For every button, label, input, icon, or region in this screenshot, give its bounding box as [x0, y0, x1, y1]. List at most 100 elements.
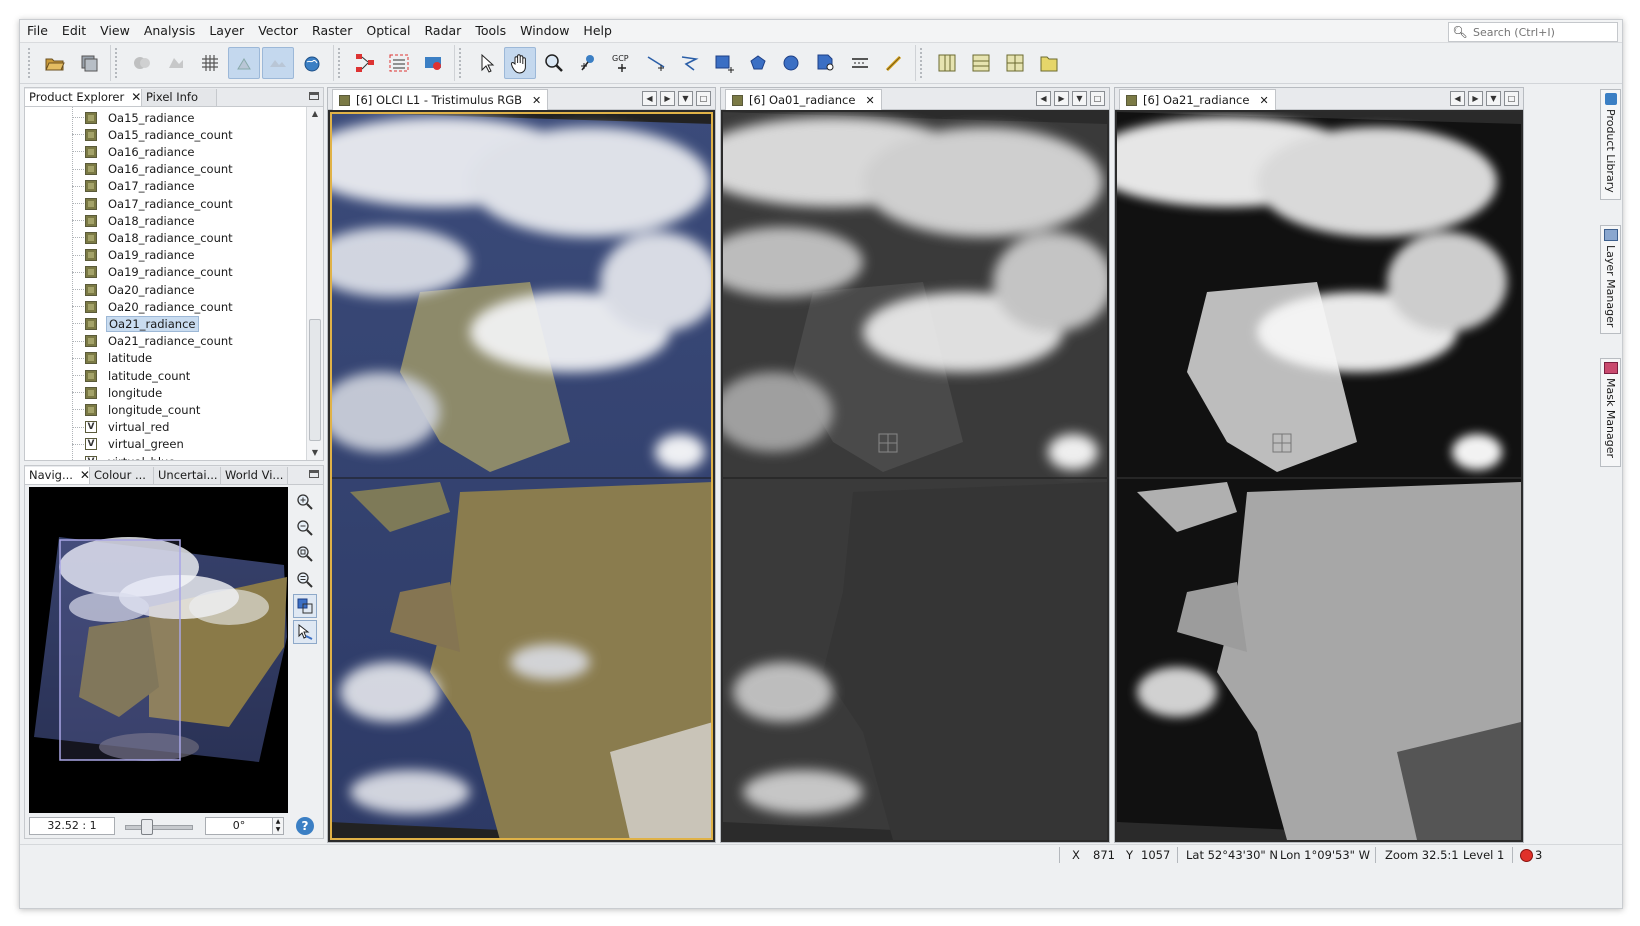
close-icon[interactable]: ✕ — [1259, 94, 1268, 107]
navigation-overview-canvas[interactable] — [29, 487, 288, 813]
zoom-default-icon[interactable] — [293, 542, 317, 566]
tree-node-band[interactable]: Oa19_radiance_count — [85, 264, 235, 281]
image-view-rgb[interactable]: [6] OLCI L1 - Tristimulus RGB ✕ ◀ ▶ ▼ □ — [327, 87, 716, 843]
graticule-icon[interactable] — [194, 47, 226, 79]
open-product-icon[interactable] — [39, 47, 71, 79]
menu-analysis[interactable]: Analysis — [137, 20, 203, 42]
range-finder-icon[interactable] — [844, 47, 876, 79]
tree-node-band[interactable]: Oa16_radiance_count — [85, 161, 235, 178]
dropdown-icon[interactable]: ▼ — [1486, 91, 1501, 106]
sync-cursor-icon[interactable] — [293, 620, 317, 644]
line-drawing-icon[interactable] — [640, 47, 672, 79]
zoom-slider[interactable] — [125, 818, 193, 835]
scroll-right-icon[interactable]: ▶ — [1054, 91, 1069, 106]
slider-thumb[interactable] — [141, 819, 153, 835]
scroll-right-icon[interactable]: ▶ — [1468, 91, 1483, 106]
close-icon[interactable]: ✕ — [131, 89, 141, 106]
pin-icon[interactable] — [228, 47, 260, 79]
rotation-spinner[interactable]: ▲ ▼ — [273, 817, 284, 835]
scroll-left-icon[interactable]: ◀ — [642, 91, 657, 106]
help-icon[interactable]: ? — [296, 817, 314, 835]
rotation-field[interactable]: 0° — [205, 817, 273, 835]
dropdown-icon[interactable]: ▼ — [1072, 91, 1087, 106]
tile-horizontal-icon[interactable] — [931, 47, 963, 79]
tree-scrollbar[interactable]: ▲ ▼ — [306, 107, 323, 460]
world-view-icon[interactable] — [296, 47, 328, 79]
tree-node-band[interactable]: Vvirtual_blue — [85, 453, 177, 460]
tree-node-band[interactable]: Oa21_radiance_count — [85, 333, 235, 350]
magic-wand-icon[interactable] — [810, 47, 842, 79]
menu-layer[interactable]: Layer — [202, 20, 251, 42]
minimize-icon[interactable] — [309, 470, 319, 478]
gcp-placing-icon[interactable]: GCP — [606, 47, 638, 79]
tree-node-band[interactable]: Vvirtual_red — [85, 419, 171, 436]
menu-tools[interactable]: Tools — [468, 20, 513, 42]
tile-grid-icon[interactable] — [999, 47, 1031, 79]
gcp-icon[interactable] — [262, 47, 294, 79]
tree-node-band[interactable]: Oa21_radiance — [85, 315, 199, 332]
tree-node-band[interactable]: longitude — [85, 384, 164, 401]
maximize-icon[interactable]: □ — [1090, 91, 1105, 106]
image-view-oa01[interactable]: [6] Oa01_radiance ✕ ◀ ▶ ▼ □ — [720, 87, 1110, 843]
search-input[interactable] — [1471, 24, 1615, 40]
maximize-icon[interactable]: □ — [1504, 91, 1519, 106]
menu-file[interactable]: File — [20, 20, 55, 42]
tab-pixel-info[interactable]: Pixel Info — [142, 89, 217, 106]
tree-node-band[interactable]: Oa17_radiance_count — [85, 195, 235, 212]
dropdown-icon[interactable]: ▼ — [678, 91, 693, 106]
tree-node-band[interactable]: latitude — [85, 350, 154, 367]
tree-node-band[interactable]: Oa17_radiance — [85, 178, 197, 195]
save-product-icon[interactable] — [73, 47, 105, 79]
view-tab-oa01[interactable]: [6] Oa01_radiance ✕ — [725, 89, 882, 110]
error-count[interactable]: 3 — [1535, 848, 1542, 862]
close-icon[interactable]: ✕ — [80, 467, 89, 484]
image-view-oa21[interactable]: [6] Oa21_radiance ✕ ◀ ▶ ▼ □ — [1114, 87, 1524, 843]
pin-placing-icon[interactable] — [572, 47, 604, 79]
tree-node-band[interactable]: Oa16_radiance — [85, 143, 197, 160]
batch-icon[interactable] — [383, 47, 415, 79]
image-canvas-oa21[interactable] — [1117, 112, 1521, 840]
tab-product-explorer[interactable]: Product Explorer ✕ — [25, 89, 142, 106]
sync-views-icon[interactable] — [293, 594, 317, 618]
graph-builder-icon[interactable] — [349, 47, 381, 79]
tree-node-band[interactable]: Oa20_radiance_count — [85, 298, 235, 315]
menu-optical[interactable]: Optical — [359, 20, 417, 42]
ellipse-drawing-icon[interactable] — [776, 47, 808, 79]
tile-single-icon[interactable] — [1033, 47, 1065, 79]
menu-raster[interactable]: Raster — [305, 20, 359, 42]
polygon-drawing-icon[interactable] — [742, 47, 774, 79]
tab-uncertainty[interactable]: Uncertai... — [154, 467, 221, 484]
side-tab-layer-manager[interactable]: Layer Manager — [1600, 225, 1621, 334]
rectangle-drawing-icon[interactable] — [708, 47, 740, 79]
measure-icon[interactable] — [878, 47, 910, 79]
search-box[interactable]: 🔍︎ — [1448, 22, 1618, 42]
side-tab-product-library[interactable]: Product Library — [1600, 89, 1621, 200]
zoom-all-icon[interactable] — [293, 568, 317, 592]
select-tool-icon[interactable] — [470, 47, 502, 79]
side-tab-mask-manager[interactable]: Mask Manager — [1600, 358, 1621, 467]
tree-node-band[interactable]: Oa18_radiance_count — [85, 229, 235, 246]
tile-vertical-icon[interactable] — [965, 47, 997, 79]
tree-node-band[interactable]: Oa20_radiance — [85, 281, 197, 298]
product-grabber-icon[interactable] — [417, 47, 449, 79]
tab-colour-manipulation[interactable]: Colour ... — [90, 467, 154, 484]
scroll-up-icon[interactable]: ▲ — [307, 107, 323, 121]
tree-node-band[interactable]: Oa15_radiance — [85, 109, 197, 126]
tree-node-band[interactable]: Oa18_radiance — [85, 212, 197, 229]
tab-navigation[interactable]: Navig... ✕ — [25, 467, 90, 484]
pan-tool-icon[interactable] — [504, 47, 536, 79]
zoom-tool-icon[interactable] — [538, 47, 570, 79]
tree-node-band[interactable]: Oa19_radiance — [85, 247, 197, 264]
export-icon[interactable] — [160, 47, 192, 79]
close-icon[interactable]: ✕ — [865, 94, 874, 107]
view-tab-rgb[interactable]: [6] OLCI L1 - Tristimulus RGB ✕ — [332, 89, 549, 110]
view-tab-oa21[interactable]: [6] Oa21_radiance ✕ — [1119, 89, 1276, 110]
scroll-down-icon[interactable]: ▼ — [307, 446, 323, 460]
scroll-left-icon[interactable]: ◀ — [1036, 91, 1051, 106]
tree-node-band[interactable]: Oa15_radiance_count — [85, 126, 235, 143]
close-icon[interactable]: ✕ — [532, 94, 541, 107]
maximize-icon[interactable]: □ — [696, 91, 711, 106]
band-maths-icon[interactable] — [126, 47, 158, 79]
menu-edit[interactable]: Edit — [55, 20, 93, 42]
zoom-factor-field[interactable]: 32.52 : 1 — [29, 817, 115, 835]
